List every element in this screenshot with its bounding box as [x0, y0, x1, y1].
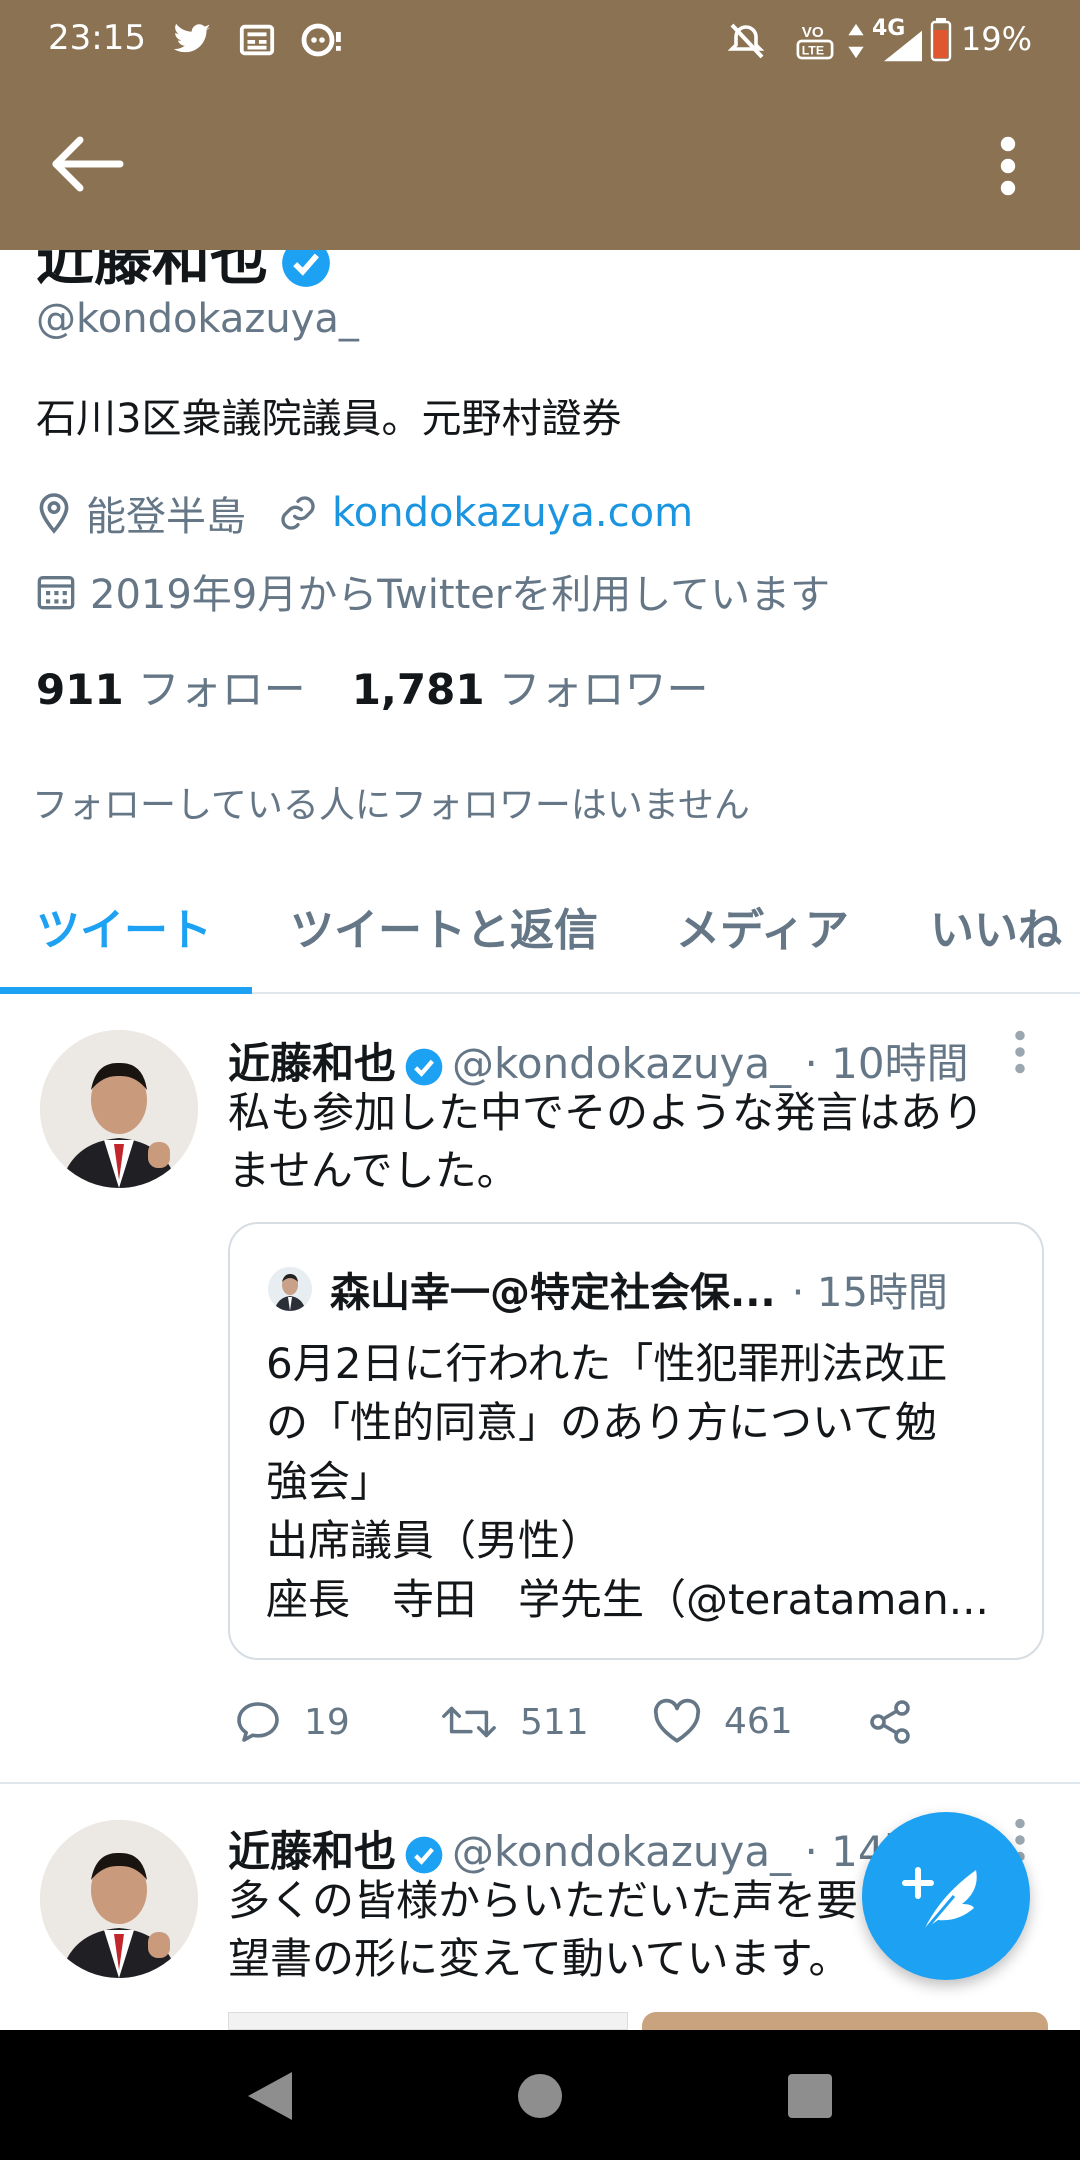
- retweet-icon: [442, 1706, 496, 1738]
- like-button[interactable]: 461: [652, 1698, 793, 1744]
- battery-percent: 19%: [960, 20, 1032, 58]
- quoted-text-line: 6月2日に行われた「性犯罪刑法改正: [266, 1339, 948, 1388]
- svg-text:VO: VO: [802, 24, 824, 41]
- share-icon: [870, 1700, 910, 1744]
- profile-handle: @kondokazuya_: [36, 296, 359, 342]
- verified-badge-icon: [405, 1048, 443, 1085]
- nav-back-icon[interactable]: [240, 2066, 300, 2126]
- avatar-photo: [40, 1030, 198, 1188]
- tab-likes[interactable]: いいね: [930, 894, 1062, 958]
- quoted-text-line: 座長 寺田 学先生（@terataman...: [266, 1575, 989, 1624]
- followed-by-note: フォローしている人にフォロワーはいません: [32, 785, 750, 826]
- followers-label: フォロワー: [498, 665, 709, 714]
- followers-count: 1,781: [351, 665, 485, 714]
- verified-badge-icon: [405, 1836, 443, 1873]
- tweet-time: · 10時間: [804, 1039, 969, 1088]
- reply-icon: [237, 1702, 279, 1742]
- nav-home-icon[interactable]: [510, 2066, 570, 2126]
- tweet-author-handle: @kondokazuya_: [452, 1827, 792, 1876]
- like-count: 461: [724, 1700, 793, 1742]
- tab-tweets[interactable]: ツイート: [36, 894, 212, 958]
- tweet-header: 近藤和也@kondokazuya_ · 14時間: [228, 1818, 969, 1879]
- tweet-author-handle: @kondokazuya_: [452, 1039, 792, 1088]
- battery-icon: [930, 18, 952, 62]
- profile-joined-date: 2019年9月からTwitterを利用しています: [90, 572, 831, 618]
- share-button[interactable]: [866, 1698, 936, 1746]
- status-time: 23:15: [48, 18, 146, 58]
- profile-location: 能登半島: [86, 494, 246, 540]
- media-image-left: [228, 2012, 628, 2030]
- avatar[interactable]: [40, 1820, 198, 1978]
- profile-meta-location-row: 能登半島 kondokazuya.com: [36, 484, 693, 542]
- quoted-tweet-card[interactable]: 森山幸一@特定社会保... · 15時間 6月2日に行われた「性犯罪刑法改正 の…: [228, 1222, 1044, 1660]
- following-count: 911: [36, 665, 124, 714]
- quoted-text-line: 強会」: [266, 1457, 393, 1506]
- system-navigation-bar: [0, 2030, 1080, 2160]
- tweet-text-line: 私も参加した中でそのような発言はあり: [228, 1088, 985, 1137]
- active-tab-indicator: [0, 987, 252, 994]
- more-vertical-icon[interactable]: [996, 136, 1020, 196]
- signal-icon: [884, 30, 922, 62]
- svg-text:LTE: LTE: [802, 43, 824, 57]
- retweet-count: 511: [520, 1701, 589, 1743]
- following-link[interactable]: 911 フォロー: [36, 665, 306, 714]
- follow-stats: 911 フォロー 1,781 フォロワー: [36, 656, 709, 717]
- compose-feather-icon: [902, 1867, 977, 1937]
- reply-count: 19: [304, 1701, 350, 1743]
- followers-link[interactable]: 1,781 フォロワー: [352, 665, 709, 714]
- quoted-tweet-header: 森山幸一@特定社会保... · 15時間: [268, 1260, 948, 1318]
- quoted-avatar-photo: [268, 1267, 312, 1311]
- tweet-media-preview[interactable]: [228, 2012, 1048, 2030]
- volte-icon: VO LTE: [796, 24, 834, 60]
- mute-icon: [727, 23, 765, 59]
- quoted-author-name: 森山幸一@特定社会保...: [330, 1270, 776, 1316]
- avatar[interactable]: [40, 1030, 198, 1188]
- avatar-photo: [40, 1820, 198, 1978]
- retweet-button[interactable]: 511: [440, 1698, 589, 1746]
- tab-tweets-and-replies[interactable]: ツイートと返信: [290, 894, 598, 958]
- data-arrows-icon: [848, 23, 864, 59]
- news-icon: [239, 24, 275, 56]
- calendar-icon: [37, 576, 75, 610]
- compose-tweet-button[interactable]: [862, 1812, 1030, 1980]
- profile-website-link[interactable]: kondokazuya.com: [332, 490, 693, 536]
- tweet-more-icon[interactable]: [1012, 1030, 1028, 1074]
- twitter-icon: [173, 23, 211, 53]
- chat-icon: [301, 23, 341, 57]
- location-pin-icon: [39, 493, 69, 534]
- tweet-text-line: ませんでした。: [228, 1146, 519, 1195]
- quoted-text-line: の「性的同意」のあり方について勉: [266, 1398, 937, 1447]
- tweet-actions: 19 511 461: [228, 1690, 988, 1760]
- tweet-header: 近藤和也 @kondokazuya_ · 10時間: [228, 1030, 969, 1091]
- tweet-author-name[interactable]: 近藤和也: [228, 1827, 396, 1876]
- profile-bio: 石川3区衆議院議員。元野村證券: [36, 396, 622, 442]
- tweet-author-name[interactable]: 近藤和也: [228, 1039, 396, 1088]
- quoted-avatar: [268, 1267, 312, 1311]
- tweet-text: 私も参加した中でそのような発言はあり ませんでした。: [228, 1084, 1048, 1200]
- reply-button[interactable]: 19: [234, 1698, 350, 1746]
- nav-recents-icon[interactable]: [780, 2066, 840, 2126]
- back-arrow-icon[interactable]: [48, 132, 128, 196]
- tweet-divider: [0, 1782, 1080, 1784]
- following-label: フォロー: [137, 665, 306, 714]
- profile-tabs: ツイート ツイートと返信 メディア いいね: [0, 860, 1080, 994]
- quoted-text-line: 出席議員（男性）: [266, 1516, 603, 1565]
- quoted-time: · 15時間: [791, 1270, 948, 1316]
- link-icon: [281, 496, 315, 530]
- app-header: 23:15 VO LTE 4G 19%: [0, 0, 1080, 250]
- tab-media[interactable]: メディア: [676, 894, 849, 958]
- heart-icon: [653, 1698, 701, 1743]
- status-bar: 23:15 VO LTE 4G 19%: [0, 0, 1080, 84]
- profile-meta-joined-row: 2019年9月からTwitterを利用しています: [36, 562, 830, 620]
- quoted-text: 6月2日に行われた「性犯罪刑法改正 の「性的同意」のあり方について勉 強会」 出…: [266, 1334, 1006, 1629]
- media-image-right: [642, 2012, 1048, 2030]
